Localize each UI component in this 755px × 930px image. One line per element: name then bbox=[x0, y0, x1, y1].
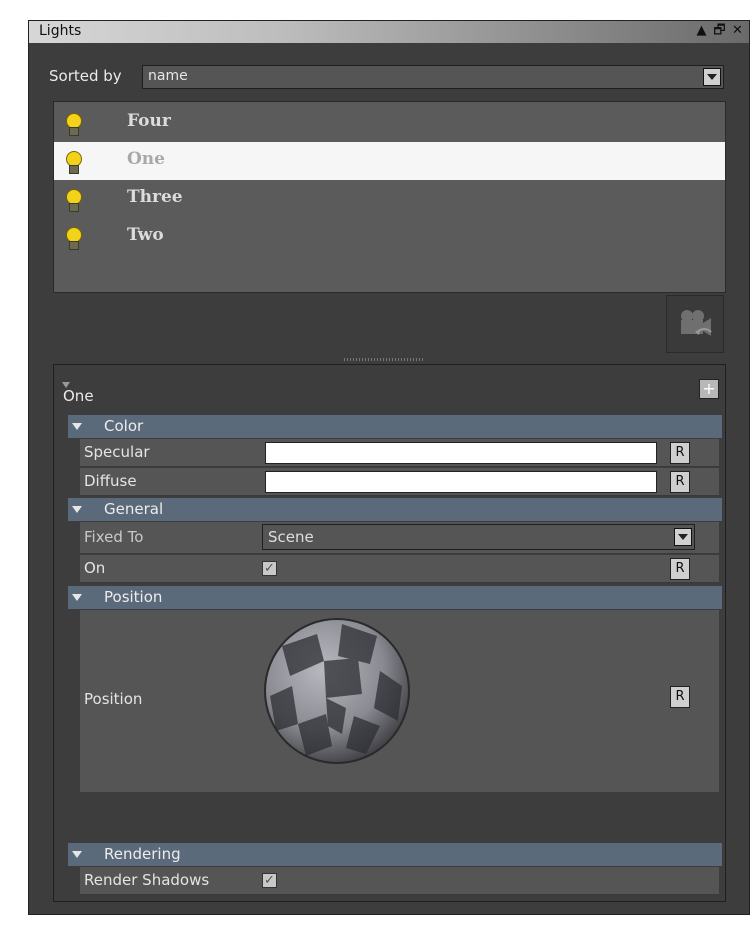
close-icon[interactable]: ✕ bbox=[730, 23, 745, 39]
position-reset-button[interactable]: R bbox=[670, 686, 690, 708]
section-title: Rendering bbox=[104, 845, 181, 863]
specular-reset-button[interactable]: R bbox=[670, 442, 690, 464]
position-label: Position bbox=[84, 690, 143, 708]
section-title: Color bbox=[104, 417, 144, 435]
list-item-one[interactable]: One bbox=[54, 142, 725, 180]
specular-row: Specular R bbox=[80, 439, 719, 467]
chevron-down-icon[interactable] bbox=[703, 68, 721, 86]
sort-select[interactable]: name bbox=[142, 65, 724, 89]
object-header[interactable]: One + bbox=[54, 365, 725, 411]
add-button[interactable]: + bbox=[699, 379, 719, 399]
render-shadows-row: Render Shadows ✓ bbox=[80, 867, 719, 895]
list-item-two[interactable]: Two bbox=[54, 218, 725, 256]
expand-triangle-icon bbox=[72, 423, 82, 430]
object-name: One bbox=[63, 387, 94, 405]
section-title: Position bbox=[104, 588, 163, 606]
list-item-three[interactable]: Three bbox=[54, 180, 725, 218]
on-label: On bbox=[84, 559, 106, 577]
light-name: Two bbox=[127, 225, 164, 245]
sort-row: Sorted by name bbox=[29, 65, 749, 91]
diffuse-row: Diffuse R bbox=[80, 468, 719, 496]
lightbulb-icon bbox=[64, 227, 82, 250]
section-color[interactable]: Color bbox=[68, 415, 722, 438]
section-position[interactable]: Position bbox=[68, 586, 722, 609]
sort-label: Sorted by bbox=[49, 67, 122, 85]
fixed-to-row: Fixed To Scene bbox=[80, 522, 719, 554]
on-row: On ✓ R bbox=[80, 555, 719, 583]
diffuse-label: Diffuse bbox=[84, 472, 137, 490]
sort-value: name bbox=[148, 68, 188, 84]
lightbulb-icon bbox=[64, 113, 82, 136]
chevron-down-icon[interactable] bbox=[674, 528, 692, 546]
restore-icon[interactable]: 🗗 bbox=[712, 23, 727, 39]
expand-triangle-icon bbox=[72, 851, 82, 858]
fixed-to-value: Scene bbox=[268, 528, 314, 546]
section-general[interactable]: General bbox=[68, 498, 722, 521]
camera-link-button[interactable] bbox=[666, 295, 724, 353]
fixed-to-select[interactable]: Scene bbox=[262, 524, 695, 550]
window-titlebar[interactable]: Lights ▲ 🗗 ✕ bbox=[29, 21, 749, 43]
lights-list: Four One Three Two bbox=[53, 101, 726, 293]
position-sphere-widget[interactable] bbox=[262, 616, 412, 766]
diffuse-reset-button[interactable]: R bbox=[670, 471, 690, 493]
lights-panel: Lights ▲ 🗗 ✕ Sorted by name Four One Thr… bbox=[28, 20, 750, 915]
specular-color-swatch[interactable] bbox=[265, 442, 657, 464]
render-shadows-checkbox[interactable]: ✓ bbox=[262, 873, 277, 888]
fixed-to-label: Fixed To bbox=[84, 528, 144, 546]
section-rendering[interactable]: Rendering bbox=[68, 843, 722, 866]
light-name: Three bbox=[127, 187, 183, 207]
list-item-four[interactable]: Four bbox=[54, 104, 725, 142]
collapse-icon[interactable]: ▲ bbox=[694, 23, 709, 39]
on-reset-button[interactable]: R bbox=[670, 558, 690, 580]
expand-triangle-icon bbox=[72, 506, 82, 513]
section-title: General bbox=[104, 500, 164, 518]
window-title: Lights bbox=[39, 23, 82, 39]
camera-link-icon bbox=[681, 310, 712, 336]
light-name: Four bbox=[127, 111, 171, 131]
specular-label: Specular bbox=[84, 443, 150, 461]
light-name: One bbox=[127, 149, 165, 169]
diffuse-color-swatch[interactable] bbox=[265, 471, 657, 493]
window-controls: ▲ 🗗 ✕ bbox=[694, 23, 745, 39]
lightbulb-icon bbox=[64, 189, 82, 212]
splitter-handle[interactable] bbox=[344, 358, 424, 361]
lightbulb-icon bbox=[64, 151, 82, 174]
render-shadows-label: Render Shadows bbox=[84, 871, 210, 889]
position-row: Position R bbox=[80, 610, 719, 792]
on-checkbox[interactable]: ✓ bbox=[262, 561, 277, 576]
properties-panel: One + Color Specular R Diffuse R General… bbox=[53, 364, 726, 902]
expand-triangle-icon bbox=[72, 594, 82, 601]
